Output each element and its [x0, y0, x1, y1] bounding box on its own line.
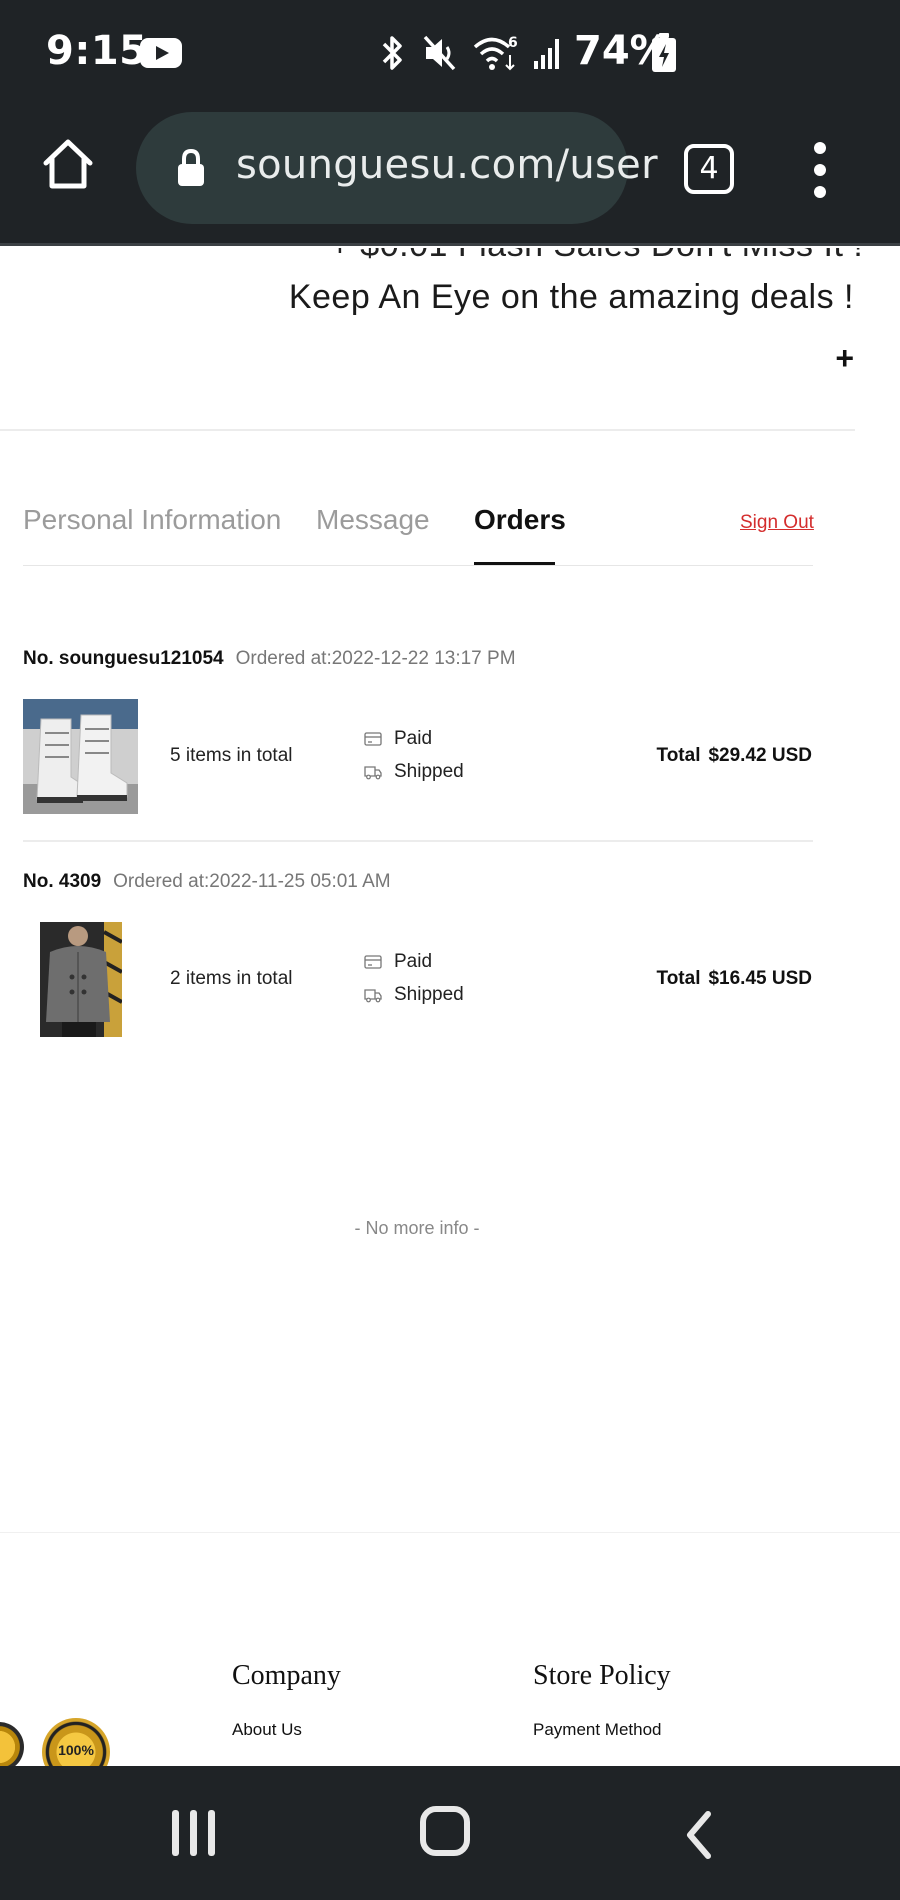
total-amount: $29.42 USD — [708, 745, 812, 766]
order-total: Total $29.42 USD — [657, 745, 813, 767]
truck-icon — [364, 989, 382, 1003]
tab-message[interactable]: Message — [316, 504, 430, 536]
lock-icon — [178, 148, 204, 186]
battery-charging-icon — [652, 33, 676, 72]
more-options-icon[interactable] — [810, 142, 832, 198]
total-amount: $16.45 USD — [708, 968, 812, 989]
truck-icon — [364, 766, 382, 780]
mute-icon — [423, 35, 456, 71]
order-date: Ordered at:2022-12-22 13:17 PM — [235, 648, 516, 669]
no-more-info: - No more info - — [354, 1218, 480, 1238]
order-product-image[interactable] — [40, 922, 122, 1037]
wifi-icon: 6 — [473, 35, 518, 71]
order-number[interactable]: No. sounguesu121054 — [23, 648, 224, 669]
order-item-count: 2 items in total — [170, 968, 293, 989]
payment-status-label: Paid — [394, 728, 433, 749]
card-icon — [364, 732, 382, 746]
tab-orders[interactable]: Orders — [474, 504, 566, 536]
bluetooth-icon — [382, 36, 402, 70]
home-icon[interactable] — [40, 136, 96, 192]
promo-line: Keep An Eye on the amazing deals ! — [288, 278, 854, 316]
back-icon[interactable] — [680, 1810, 720, 1860]
order-number[interactable]: No. 4309 — [23, 871, 101, 892]
tab-switcher-button[interactable]: 4 — [684, 144, 734, 194]
browser-toolbar: sounguesu.com/user 4 — [0, 106, 900, 246]
order-total: Total $16.45 USD — [657, 968, 813, 990]
payment-status: Paid — [364, 728, 432, 750]
recent-apps-icon[interactable] — [172, 1810, 216, 1856]
card-icon — [364, 955, 382, 969]
address-bar[interactable]: sounguesu.com/user — [136, 112, 658, 224]
shipping-status: Shipped — [364, 984, 464, 1006]
order-header: No. 4309 Ordered at:2022-11-25 05:01 AM — [23, 871, 391, 893]
status-bar: 9:15 6 74% — [0, 0, 900, 106]
payment-status-label: Paid — [394, 951, 433, 972]
active-tab-indicator — [474, 562, 555, 565]
url-text[interactable]: sounguesu.com/user — [236, 142, 658, 188]
total-label: Total — [656, 968, 701, 989]
footer-payment-method-link[interactable]: Payment Method — [533, 1720, 662, 1740]
divider — [0, 429, 855, 431]
home-button-icon[interactable] — [420, 1806, 470, 1856]
boots-thumbnail — [23, 699, 138, 814]
order-header: No. sounguesu121054 Ordered at:2022-12-22… — [23, 648, 516, 670]
footer-about-us-link[interactable]: About Us — [232, 1720, 302, 1740]
payment-status: Paid — [364, 951, 432, 973]
order-item-count: 5 items in total — [170, 745, 293, 766]
footer-divider — [0, 1532, 900, 1533]
shipping-status-label: Shipped — [394, 761, 464, 782]
youtube-notification-icon — [140, 38, 182, 68]
badge-text: 100% — [58, 1742, 94, 1758]
coat-thumbnail — [40, 922, 122, 1037]
order-product-image[interactable] — [23, 699, 138, 814]
order-date: Ordered at:2022-11-25 05:01 AM — [113, 871, 391, 892]
signal-icon — [534, 39, 559, 69]
sign-out-link[interactable]: Sign Out — [740, 512, 814, 534]
system-navigation-bar — [0, 1766, 900, 1900]
shipping-status: Shipped — [364, 761, 464, 783]
footer-company-heading: Company — [232, 1660, 341, 1691]
status-time: 9:15 — [46, 28, 148, 74]
tab-personal-information[interactable]: Personal Information — [23, 504, 281, 536]
footer-store-policy-heading: Store Policy — [533, 1660, 671, 1691]
trust-badge-icon — [0, 1722, 24, 1772]
status-icons: 6 — [378, 30, 564, 76]
total-label: Total — [656, 745, 701, 766]
svg-text:6: 6 — [508, 35, 518, 51]
shipping-status-label: Shipped — [394, 984, 464, 1005]
order-divider — [23, 840, 813, 842]
expand-plus-icon[interactable]: + — [835, 340, 854, 377]
account-tabs: Personal Information Message Orders Sign… — [23, 500, 814, 566]
